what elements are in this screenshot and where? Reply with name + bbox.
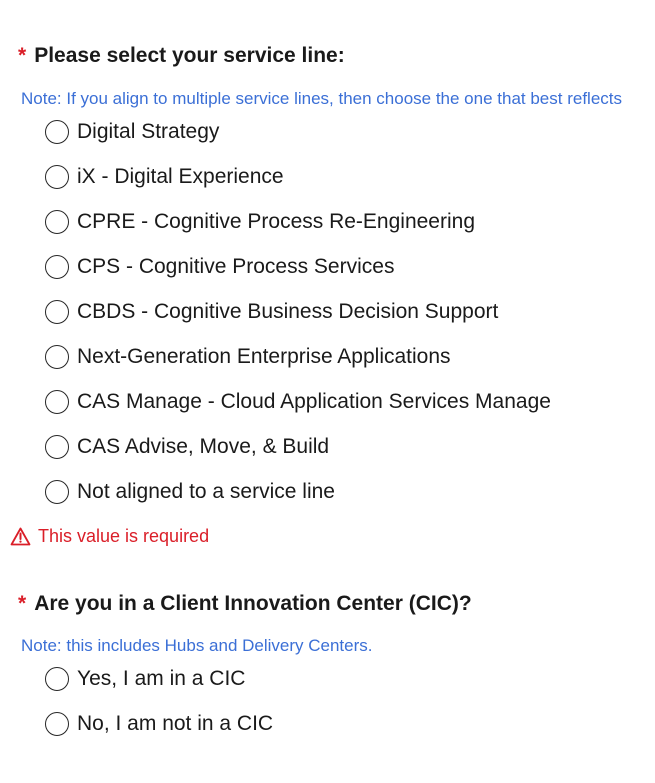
error-message: This value is required bbox=[38, 526, 210, 546]
radio-not-aligned[interactable]: Not aligned to a service line bbox=[45, 477, 335, 507]
radio-label[interactable]: iX - Digital Experience bbox=[77, 165, 284, 189]
radio-button[interactable] bbox=[45, 210, 69, 234]
radio-button[interactable] bbox=[45, 120, 69, 144]
required-asterisk: * bbox=[18, 592, 27, 615]
radio-button[interactable] bbox=[45, 390, 69, 414]
service-line-question-label: Please select your service line: bbox=[34, 44, 345, 67]
radio-button[interactable] bbox=[45, 712, 69, 736]
radio-button[interactable] bbox=[45, 345, 69, 369]
radio-no-cic[interactable]: No, I am not in a CIC bbox=[45, 709, 273, 739]
radio-button[interactable] bbox=[45, 480, 69, 504]
radio-yes-cic[interactable]: Yes, I am in a CIC bbox=[45, 664, 245, 694]
radio-label[interactable]: CPS - Cognitive Process Services bbox=[77, 255, 394, 279]
radio-cps[interactable]: CPS - Cognitive Process Services bbox=[45, 252, 394, 282]
validation-error: This value is required bbox=[10, 526, 209, 547]
cic-question-label: Are you in a Client Innovation Center (C… bbox=[34, 592, 472, 615]
radio-button[interactable] bbox=[45, 667, 69, 691]
radio-digital-strategy[interactable]: Digital Strategy bbox=[45, 117, 219, 147]
service-line-note: Note: If you align to multiple service l… bbox=[21, 89, 623, 108]
warning-triangle-icon bbox=[10, 527, 31, 546]
radio-cas-advise-move-build[interactable]: CAS Advise, Move, & Build bbox=[45, 432, 329, 462]
radio-button[interactable] bbox=[45, 435, 69, 459]
radio-button[interactable] bbox=[45, 300, 69, 324]
radio-cpre[interactable]: CPRE - Cognitive Process Re-Engineering bbox=[45, 207, 475, 237]
radio-label[interactable]: CAS Manage - Cloud Application Services … bbox=[77, 390, 551, 414]
radio-button[interactable] bbox=[45, 255, 69, 279]
radio-label[interactable]: No, I am not in a CIC bbox=[77, 712, 273, 736]
radio-next-gen-enterprise-apps[interactable]: Next-Generation Enterprise Applications bbox=[45, 342, 451, 372]
radio-label[interactable]: Next-Generation Enterprise Applications bbox=[77, 345, 451, 369]
radio-cbds[interactable]: CBDS - Cognitive Business Decision Suppo… bbox=[45, 297, 498, 327]
radio-label[interactable]: Not aligned to a service line bbox=[77, 480, 335, 504]
radio-label[interactable]: CPRE - Cognitive Process Re-Engineering bbox=[77, 210, 475, 234]
radio-label[interactable]: CAS Advise, Move, & Build bbox=[77, 435, 329, 459]
cic-question: * Are you in a Client Innovation Center (… bbox=[18, 592, 472, 616]
radio-label[interactable]: Digital Strategy bbox=[77, 120, 219, 144]
radio-button[interactable] bbox=[45, 165, 69, 189]
radio-cas-manage[interactable]: CAS Manage - Cloud Application Services … bbox=[45, 387, 551, 417]
radio-label[interactable]: Yes, I am in a CIC bbox=[77, 667, 245, 691]
required-asterisk: * bbox=[18, 44, 27, 67]
radio-ix-digital-experience[interactable]: iX - Digital Experience bbox=[45, 162, 284, 192]
cic-note: Note: this includes Hubs and Delivery Ce… bbox=[21, 636, 373, 655]
radio-label[interactable]: CBDS - Cognitive Business Decision Suppo… bbox=[77, 300, 498, 324]
service-line-question: * Please select your service line: bbox=[18, 44, 345, 68]
